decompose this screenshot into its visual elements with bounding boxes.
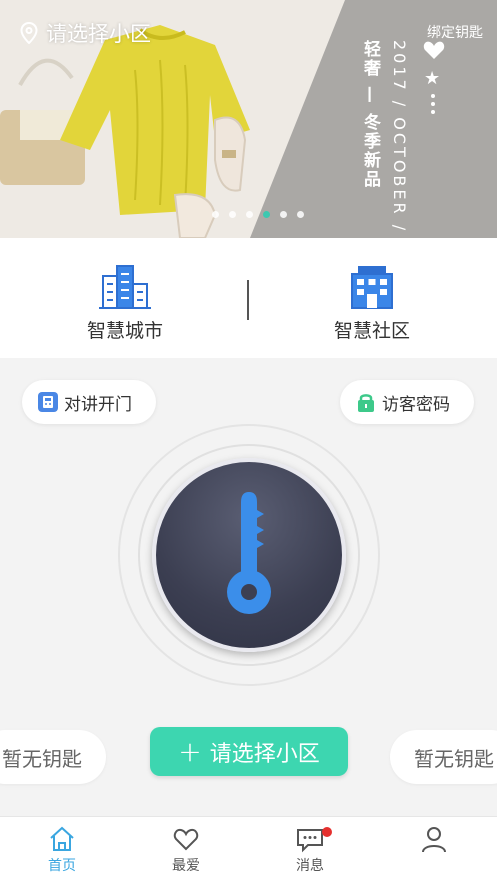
tab-favorites[interactable]: 最爱 — [146, 825, 226, 875]
carousel-dot-active[interactable] — [263, 211, 270, 218]
smart-community-label: 智慧社区 — [333, 320, 410, 342]
visitor-password-button[interactable]: 访客密码 — [340, 380, 474, 424]
bottom-tab-bar: 首页 最爱 消息 — [0, 816, 497, 883]
location-pin-icon — [20, 22, 38, 44]
smart-services: 智慧城市 智慧社区 — [0, 238, 497, 358]
smart-city-label: 智慧城市 — [86, 320, 163, 342]
unread-badge — [322, 827, 332, 837]
smart-city-entry[interactable]: 智慧城市 — [40, 262, 210, 343]
plus-icon: + — [178, 734, 202, 768]
bind-key-link[interactable]: 绑定钥匙 — [427, 22, 483, 42]
carousel-dot[interactable] — [246, 211, 253, 218]
message-icon — [297, 829, 323, 853]
select-community-label: 请选择小区 — [209, 741, 320, 767]
community-building-icon — [351, 266, 393, 309]
home-icon — [50, 826, 74, 851]
user-icon — [422, 827, 446, 853]
tab-messages-label: 消息 — [296, 858, 324, 874]
key-area: 对讲开门 访客密码 暂无钥匙 暂无钥匙 + 请选择小区 — [0, 358, 497, 816]
key-icon — [227, 492, 271, 614]
tab-home[interactable]: 首页 — [22, 825, 102, 875]
intercom-icon — [38, 392, 58, 412]
visitor-label: 访客密码 — [382, 394, 450, 415]
no-key-card-left[interactable]: 暂无钥匙 — [0, 730, 106, 784]
promo-banner[interactable]: 请选择小区 绑定钥匙 ★ 2017 / OCTOBER / 轻奢 — 冬季新品 — [0, 0, 497, 238]
city-buildings-icon — [99, 265, 151, 309]
intercom-label: 对讲开门 — [64, 394, 132, 415]
banner-date-text: 2017 / OCTOBER / — [390, 40, 409, 234]
unlock-key-button[interactable] — [152, 458, 346, 652]
divider — [247, 280, 249, 320]
lock-icon — [358, 394, 374, 412]
no-key-card-right[interactable]: 暂无钥匙 — [390, 730, 497, 784]
intercom-open-button[interactable]: 对讲开门 — [22, 380, 156, 424]
no-key-label-left: 暂无钥匙 — [2, 746, 82, 771]
carousel-dot[interactable] — [297, 211, 304, 218]
carousel-dot[interactable] — [212, 211, 219, 218]
heart-outline-icon — [173, 828, 199, 851]
no-key-label-right: 暂无钥匙 — [414, 746, 494, 771]
smart-community-entry[interactable]: 智慧社区 — [287, 262, 457, 343]
tab-home-label: 首页 — [48, 858, 76, 874]
carousel-dot[interactable] — [229, 211, 236, 218]
star-icon: ★ — [424, 68, 441, 89]
tab-profile[interactable] — [394, 825, 474, 855]
tab-favorites-label: 最爱 — [172, 858, 200, 874]
heart-icon — [423, 41, 445, 59]
carousel-dot[interactable] — [280, 211, 287, 218]
vertical-dots-icon — [431, 94, 435, 118]
banner-tagline-text: 轻奢 — 冬季新品 — [360, 40, 380, 189]
tab-messages[interactable]: 消息 — [270, 825, 350, 875]
location-selector[interactable]: 请选择小区 — [20, 18, 151, 48]
select-community-button[interactable]: + 请选择小区 — [150, 727, 348, 776]
location-label: 请选择小区 — [46, 22, 151, 46]
carousel-indicator — [212, 211, 314, 218]
